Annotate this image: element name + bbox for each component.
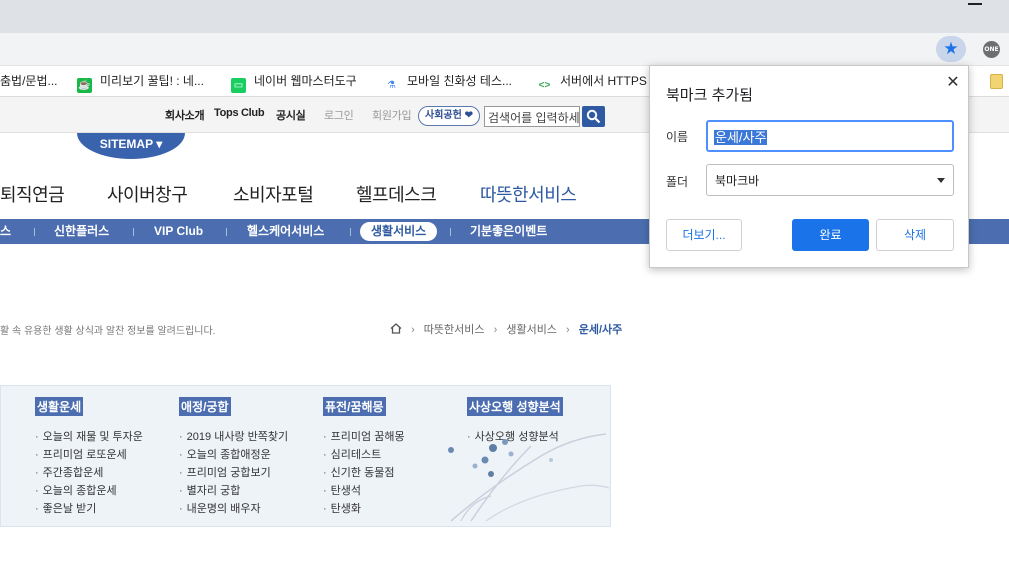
browser-titlebar — [0, 0, 1009, 33]
breadcrumb-separator: › — [493, 324, 498, 336]
breadcrumb: › 따뜻한서비스 › 생활서비스 › 운세/사주 — [390, 321, 622, 337]
gnb-item-retirement-pension[interactable]: 퇴직연금 — [0, 181, 65, 207]
gnb-item-consumer-portal[interactable]: 소비자포털 — [233, 181, 314, 207]
subnav-divider — [450, 228, 451, 236]
list-item[interactable]: 내운명의 배우자 — [179, 500, 288, 518]
subnav-item-healthcare[interactable]: 헬스케어서비스 — [247, 219, 324, 244]
list-item[interactable]: 프리미엄 궁합보기 — [179, 464, 288, 482]
done-button[interactable]: 완료 — [792, 219, 869, 251]
bookmark-item[interactable]: <> 서버에서 HTTPS — [537, 66, 647, 97]
column-title[interactable]: 애정/궁합 — [179, 397, 231, 416]
bookmark-label: 서버에서 HTTPS — [560, 74, 647, 88]
breadcrumb-item[interactable]: 생활서비스 — [506, 321, 557, 337]
folder-icon[interactable] — [990, 74, 1003, 89]
coffee-icon: ☕ — [77, 78, 92, 93]
util-link-tops-club[interactable]: Tops Club — [214, 107, 265, 119]
name-label: 이름 — [666, 130, 689, 144]
breadcrumb-separator: › — [566, 324, 570, 336]
home-icon[interactable] — [390, 323, 402, 334]
minimize-icon[interactable] — [968, 3, 982, 5]
close-icon[interactable]: ✕ — [944, 74, 962, 92]
main-navigation: 퇴직연금 사이버창구 소비자포털 헬프데스크 따뜻한서비스 — [0, 181, 700, 211]
column-list: 2019 내사랑 반쪽찾기 오늘의 종합애정운 프리미엄 궁합보기 별자리 궁합… — [179, 428, 288, 518]
bookmark-name-input[interactable]: 운세/사주 — [706, 120, 954, 152]
breadcrumb-item[interactable]: 따뜻한서비스 — [424, 321, 485, 337]
bookmark-label: 춤법/문법... — [0, 74, 58, 88]
sitemap-button[interactable]: SITEMAP ▾ — [77, 133, 185, 159]
bookmark-label: 모바일 친화성 테스... — [407, 74, 512, 88]
list-item[interactable]: 신기한 동물점 — [323, 464, 405, 482]
list-item[interactable]: 심리테스트 — [323, 446, 405, 464]
search-button[interactable] — [582, 106, 605, 127]
breadcrumb-current: 운세/사주 — [578, 324, 623, 336]
code-icon: <> — [537, 78, 552, 93]
social-contribution-button[interactable]: 사회공헌 ❤ — [418, 106, 480, 126]
address-bar: ★ ONE — [0, 33, 1009, 66]
list-item[interactable]: 오늘의 재물 및 투자운 — [35, 428, 143, 446]
list-item[interactable]: 프리미엄 꿈해몽 — [323, 428, 405, 446]
util-link-company[interactable]: 회사소개 — [165, 107, 205, 123]
search-input[interactable]: 검색어를 입력하세요 — [484, 106, 580, 127]
fortune-menu-panel: 생활운세 오늘의 재물 및 투자운 프리미엄 로또운세 주간종합운세 오늘의 종… — [0, 385, 611, 527]
bookmark-item[interactable]: ⚗ 모바일 친화성 테스... — [384, 66, 512, 97]
subnav-divider — [350, 228, 351, 236]
orchid-illustration — [448, 433, 610, 522]
bookmark-item[interactable]: ☕ 미리보기 꿀팁! : 네... — [77, 66, 204, 97]
subnav-divider — [34, 228, 35, 236]
folder-label: 폴더 — [666, 175, 689, 189]
bookmark-label: 미리보기 꿀팁! : 네... — [100, 74, 204, 88]
list-item[interactable]: 오늘의 종합운세 — [35, 482, 143, 500]
column-list: 오늘의 재물 및 투자운 프리미엄 로또운세 주간종합운세 오늘의 종합운세 좋… — [35, 428, 143, 518]
list-item[interactable]: 오늘의 종합애정운 — [179, 446, 288, 464]
bookmark-added-dialog: 북마크 추가됨 ✕ 이름 운세/사주 폴더 북마크바 더보기... 완료 삭제 — [649, 65, 969, 268]
breadcrumb-separator: › — [411, 324, 415, 336]
gnb-item-warm-service[interactable]: 따뜻한서비스 — [480, 181, 577, 207]
util-link-login[interactable]: 로그인 — [324, 107, 354, 123]
name-input-value: 운세/사주 — [714, 130, 768, 145]
page-intro-text: 활 속 유용한 생활 상식과 알찬 정보를 알려드립니다. — [0, 326, 216, 337]
bookmark-star-icon[interactable]: ★ — [936, 36, 966, 62]
util-link-disclosure[interactable]: 공시실 — [276, 107, 306, 123]
subnav-item-event[interactable]: 기분좋은이벤트 — [470, 219, 547, 244]
dropdown-arrow-icon — [937, 178, 945, 183]
list-item[interactable]: 탄생석 — [323, 482, 405, 500]
column-title[interactable]: 사상오행 성향분석 — [467, 397, 563, 416]
list-item[interactable]: 프리미엄 로또운세 — [35, 446, 143, 464]
subnav-item-life-service[interactable]: 생활서비스 — [360, 222, 438, 241]
subnav-divider — [133, 228, 134, 236]
gnb-item-help-desk[interactable]: 헬프데스크 — [356, 181, 437, 207]
subnav-item-shinhan-plus[interactable]: 신한플러스 — [54, 219, 109, 244]
list-item[interactable]: 탄생화 — [323, 500, 405, 518]
list-item[interactable]: 2019 내사랑 반쪽찾기 — [179, 428, 288, 446]
dialog-title: 북마크 추가됨 — [666, 87, 753, 104]
column-title[interactable]: 퓨전/꿈해몽 — [323, 397, 386, 416]
more-button[interactable]: 더보기... — [666, 219, 742, 251]
folder-select[interactable]: 북마크바 — [706, 164, 954, 196]
folder-select-value: 북마크바 — [715, 174, 760, 188]
util-link-join[interactable]: 회원가입 — [372, 107, 412, 123]
subnav-divider — [226, 228, 227, 236]
gnb-item-cyber-window[interactable]: 사이버창구 — [107, 181, 188, 207]
column-list: 프리미엄 꿈해몽 심리테스트 신기한 동물점 탄생석 탄생화 — [323, 428, 405, 518]
extension-one-icon[interactable]: ONE — [983, 41, 1000, 58]
list-item[interactable]: 좋은날 받기 — [35, 500, 143, 518]
monitor-icon: ▭ — [231, 78, 246, 93]
subnav-item[interactable]: 스 — [0, 219, 11, 244]
column-title[interactable]: 생활운세 — [35, 397, 84, 416]
bookmark-item[interactable]: ▭ 네이버 웹마스터도구 — [231, 66, 357, 97]
list-item[interactable]: 별자리 궁합 — [179, 482, 288, 500]
bookmark-label: 네이버 웹마스터도구 — [254, 74, 357, 88]
bookmark-item[interactable]: 춤법/문법... — [0, 66, 58, 97]
list-item[interactable]: 주간종합운세 — [35, 464, 143, 482]
remove-button[interactable]: 삭제 — [876, 219, 954, 251]
subnav-item-vip-club[interactable]: VIP Club — [154, 219, 203, 244]
search-icon — [586, 109, 601, 124]
lab-flask-icon: ⚗ — [384, 78, 399, 93]
